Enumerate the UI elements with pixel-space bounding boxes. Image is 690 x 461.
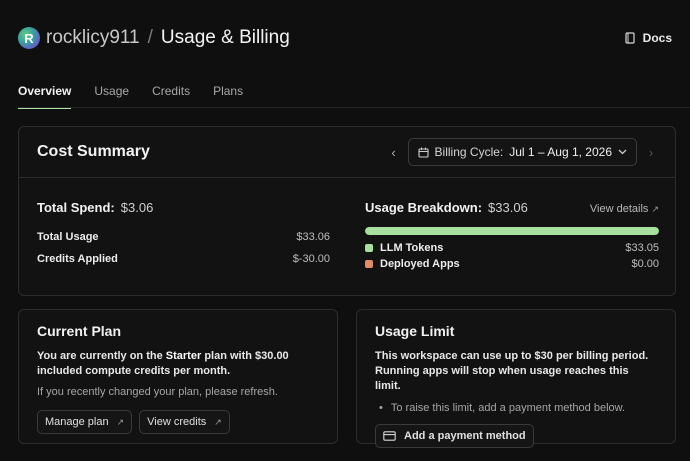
view-credits-label: View credits (147, 416, 207, 428)
billing-cycle-select[interactable]: Billing Cycle: Jul 1 – Aug 1, 2026 (407, 138, 637, 166)
llm-tokens-label: LLM Tokens (380, 242, 444, 254)
view-details-link[interactable]: View details ↗ (590, 203, 659, 215)
breakdown-item-llm-tokens: LLM Tokens $33.05 (365, 242, 659, 254)
external-link-icon: ↗ (651, 204, 659, 214)
view-credits-button[interactable]: View credits ↗ (139, 410, 230, 434)
credits-applied-value: $-30.00 (292, 253, 330, 265)
credit-card-icon (383, 431, 396, 441)
usage-breakdown-label: Usage Breakdown: (365, 200, 483, 215)
tab-divider (18, 107, 690, 108)
deployed-apps-value: $0.00 (631, 258, 659, 270)
total-spend-value: $3.06 (120, 200, 154, 215)
next-cycle-icon[interactable]: › (645, 145, 657, 160)
docs-button[interactable]: Docs (625, 31, 672, 45)
usage-limit-description: This workspace can use up to $30 per bil… (375, 350, 649, 392)
cost-summary-header: Cost Summary ‹ Billing Cycle: Jul 1 – Au… (19, 127, 675, 178)
total-spend-label: Total Spend: (37, 200, 115, 215)
billing-cycle-value: Jul 1 – Aug 1, 2026 (509, 145, 612, 159)
plan-text-prefix: You are currently on the (37, 350, 163, 362)
breadcrumb-workspace[interactable]: rocklicy911 (46, 27, 140, 49)
usage-breakdown: Usage Breakdown: $33.06 View details ↗ (365, 200, 659, 215)
view-details-label: View details (589, 203, 649, 215)
page-title: Usage & Billing (160, 27, 290, 48)
manage-plan-label: Manage plan (45, 416, 109, 428)
spend-column: Total Spend: $3.06 Total Usage $33.06 Cr… (37, 200, 330, 265)
tab-overview[interactable]: Overview (18, 84, 72, 109)
cost-summary-body: Total Spend: $3.06 Total Usage $33.06 Cr… (19, 178, 675, 296)
usage-limit-bullet: To raise this limit, add a payment metho… (375, 402, 657, 414)
breadcrumb-separator: / (147, 27, 153, 48)
manage-plan-button[interactable]: Manage plan ↗ (37, 410, 133, 434)
avatar-letter: R (24, 30, 34, 46)
credits-applied-label: Credits Applied (37, 253, 118, 265)
page-header: R rocklicy911 / Usage & Billing Docs (18, 24, 672, 52)
docs-label: Docs (642, 31, 672, 45)
breakdown-column: Usage Breakdown: $33.06 View details ↗ L… (365, 200, 659, 270)
cost-summary-title: Cost Summary (37, 143, 150, 160)
add-payment-method-label: Add a payment method (404, 430, 526, 442)
breakdown-item-deployed-apps: Deployed Apps $0.00 (365, 258, 659, 270)
tab-usage[interactable]: Usage (94, 84, 129, 109)
add-payment-method-button[interactable]: Add a payment method (375, 424, 534, 448)
current-plan-description: You are currently on the Starter plan wi… (37, 349, 319, 379)
llm-tokens-value: $33.05 (625, 242, 659, 254)
plan-actions: Manage plan ↗ View credits ↗ (37, 410, 319, 434)
current-plan-title: Current Plan (37, 323, 122, 339)
refresh-note: If you recently changed your plan, pleas… (37, 386, 278, 398)
usage-limit-card: Usage Limit This workspace can use up to… (356, 309, 676, 448)
external-link-icon: ↗ (214, 416, 222, 427)
book-icon (625, 32, 635, 44)
external-link-icon: ↗ (116, 416, 125, 427)
total-usage-value: $33.06 (296, 231, 330, 243)
credits-applied-row: Credits Applied $-30.00 (37, 253, 330, 265)
total-usage-label: Total Usage (37, 231, 99, 243)
tab-bar: Overview Usage Credits Plans (18, 84, 243, 109)
workspace-avatar[interactable]: R (18, 27, 40, 49)
usage-breakdown-bar-fill (365, 227, 659, 235)
prev-cycle-icon[interactable]: ‹ (388, 145, 400, 160)
usage-limit-title: Usage Limit (375, 323, 455, 339)
plan-name: Starter (165, 350, 202, 362)
cost-summary-card: Cost Summary ‹ Billing Cycle: Jul 1 – Au… (18, 126, 676, 296)
deployed-apps-label: Deployed Apps (380, 258, 460, 270)
total-spend: Total Spend: $3.06 (37, 200, 330, 215)
usage-breakdown-bar (365, 227, 659, 235)
llm-tokens-swatch (365, 244, 373, 252)
billing-cycle-label: Billing Cycle: (434, 145, 504, 159)
chevron-down-icon (618, 149, 627, 155)
billing-cycle-nav: ‹ Billing Cycle: Jul 1 – Aug 1, 2026 › (388, 138, 657, 166)
deployed-apps-swatch (365, 260, 373, 268)
tab-credits[interactable]: Credits (152, 84, 190, 109)
usage-breakdown-value: $33.06 (488, 200, 528, 215)
tab-plans[interactable]: Plans (213, 84, 243, 109)
current-plan-card: Current Plan You are currently on the St… (18, 309, 338, 444)
total-usage-row: Total Usage $33.06 (37, 231, 330, 243)
calendar-icon (417, 147, 429, 158)
